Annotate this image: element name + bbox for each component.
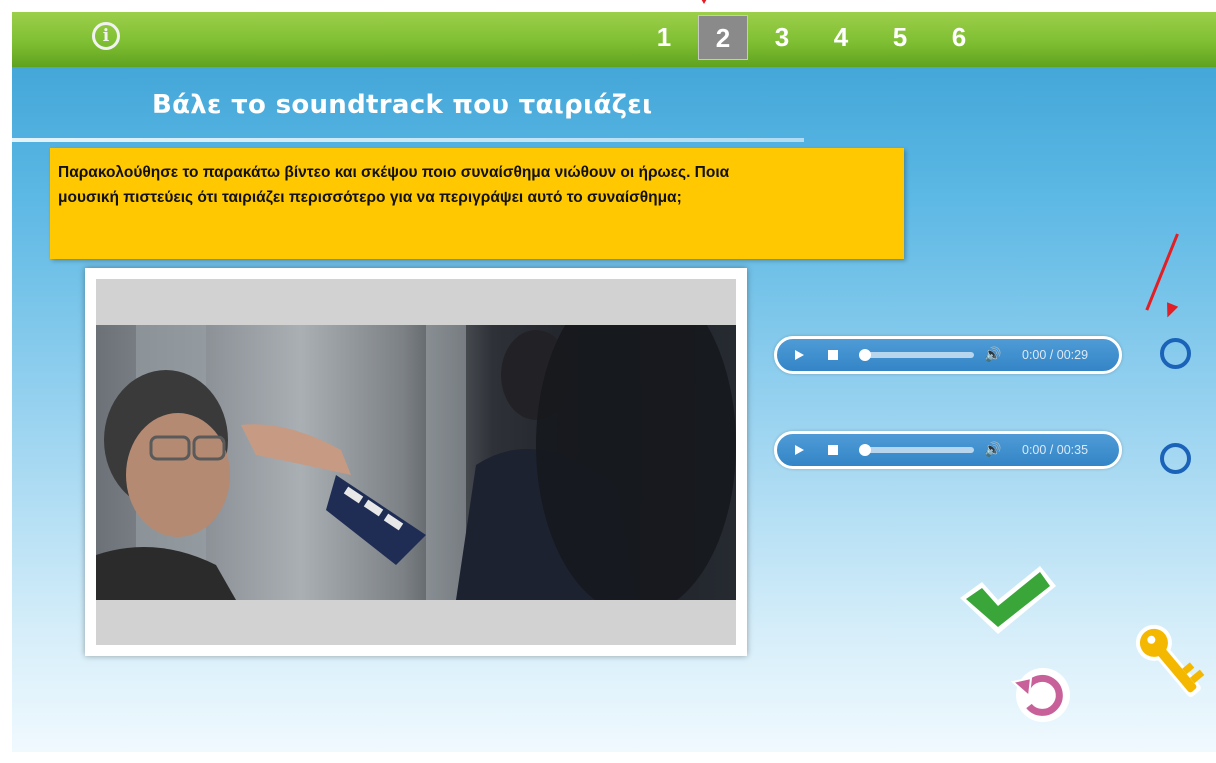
audio-progress-track[interactable] bbox=[861, 352, 974, 358]
annotation-arrow-top bbox=[697, 0, 711, 4]
play-icon[interactable] bbox=[795, 445, 804, 455]
audio-player-1: 🔊 0:00 / 00:29 bbox=[774, 336, 1122, 374]
page-4-button[interactable]: 4 bbox=[816, 15, 866, 60]
reset-icon[interactable] bbox=[1007, 662, 1073, 724]
activity-title: Βάλε το soundtrack που ταιριάζει bbox=[152, 90, 653, 120]
page-6-button[interactable]: 6 bbox=[934, 15, 984, 60]
volume-icon[interactable]: 🔊 bbox=[984, 346, 1001, 364]
instruction-line-1: Παρακολούθησε το παρακάτω βίντεο και σκέ… bbox=[58, 164, 730, 181]
page-navigation: 1 2 3 4 5 6 bbox=[639, 15, 993, 63]
answer-radio-2[interactable] bbox=[1160, 443, 1191, 474]
page-2-button[interactable]: 2 bbox=[698, 15, 748, 60]
play-icon[interactable] bbox=[795, 350, 804, 360]
top-navigation-bar: i 1 2 3 4 5 6 bbox=[12, 12, 1216, 67]
volume-icon[interactable]: 🔊 bbox=[984, 441, 1001, 459]
stop-icon[interactable] bbox=[828, 445, 838, 455]
annotation-arrow bbox=[1145, 233, 1179, 311]
video-scene-illustration bbox=[96, 325, 736, 600]
checkmark-icon[interactable] bbox=[952, 560, 1060, 638]
audio-progress-track[interactable] bbox=[861, 447, 974, 453]
video-player bbox=[85, 268, 747, 656]
video-frame-image[interactable] bbox=[96, 325, 736, 600]
answer-radio-1[interactable] bbox=[1160, 338, 1191, 369]
instruction-box: Παρακολούθησε το παρακάτω βίντεο και σκέ… bbox=[50, 148, 904, 259]
audio-time-display: 0:00 / 00:29 bbox=[1022, 348, 1089, 362]
title-divider bbox=[12, 138, 804, 142]
audio-player-2: 🔊 0:00 / 00:35 bbox=[774, 431, 1122, 469]
page-5-button[interactable]: 5 bbox=[875, 15, 925, 60]
instruction-line-2: μουσική πιστεύεις ότι ταιριάζει περισσότ… bbox=[58, 189, 682, 206]
audio-time-display: 0:00 / 00:35 bbox=[1022, 443, 1089, 457]
annotation-arrow-head bbox=[1161, 302, 1179, 320]
stop-icon[interactable] bbox=[828, 350, 838, 360]
key-icon[interactable] bbox=[1130, 617, 1210, 707]
audio-progress-knob[interactable] bbox=[859, 349, 871, 361]
page-3-button[interactable]: 3 bbox=[757, 15, 807, 60]
page-1-button[interactable]: 1 bbox=[639, 15, 689, 60]
audio-progress-knob[interactable] bbox=[859, 444, 871, 456]
video-letterbox bbox=[96, 279, 736, 645]
activity-stage: i 1 2 3 4 5 6 Βάλε το soundtrack που ται… bbox=[12, 12, 1216, 752]
info-icon[interactable]: i bbox=[92, 22, 120, 50]
